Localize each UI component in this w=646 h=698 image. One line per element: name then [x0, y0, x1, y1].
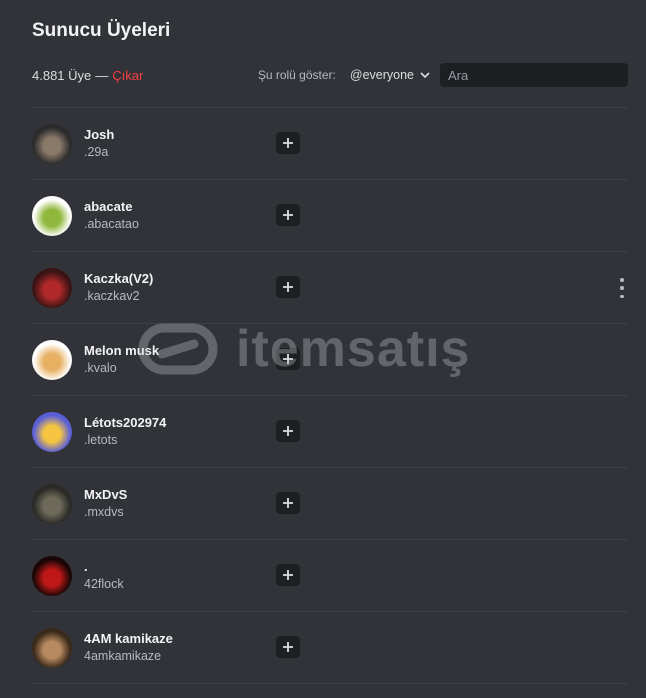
avatar[interactable]	[32, 195, 72, 236]
avatar[interactable]	[32, 339, 72, 380]
member-display-name[interactable]: MxDvS	[84, 486, 264, 503]
plus-icon	[283, 570, 293, 580]
member-display-name[interactable]: 4AM kamikaze	[84, 630, 264, 647]
add-role-button[interactable]	[276, 204, 300, 226]
member-display-name[interactable]: Kaczka(V2)	[84, 270, 264, 287]
member-display-name[interactable]: .	[84, 558, 264, 575]
member-display-name[interactable]: Melon musk	[84, 342, 264, 359]
add-role-button[interactable]	[276, 564, 300, 586]
member-names: Kaczka(V2) .kaczkav2	[84, 270, 264, 305]
member-list: Josh .29a abacate .abacatao Kaczka(V2) .kaczk…	[32, 108, 628, 684]
search-input[interactable]	[446, 66, 626, 84]
member-names: Melon musk .kvalo	[84, 342, 264, 377]
plus-icon	[283, 642, 293, 652]
member-username: .abacatao	[84, 217, 139, 231]
kick-link[interactable]: Çıkar	[112, 68, 143, 83]
plus-icon	[283, 210, 293, 220]
plus-icon	[283, 354, 293, 364]
add-role-button[interactable]	[276, 636, 300, 658]
member-row[interactable]: Kaczka(V2) .kaczkav2	[32, 252, 628, 324]
member-display-name[interactable]: Josh	[84, 126, 264, 143]
role-filter-label: Şu rolü göster:	[257, 68, 336, 82]
member-count: 4.881 Üye	[32, 67, 92, 83]
member-row[interactable]: Létots202974 .letots	[32, 396, 628, 468]
member-names: Létots202974 .letots	[84, 414, 264, 449]
member-display-name[interactable]: abacate	[84, 198, 264, 215]
plus-icon	[283, 138, 293, 148]
member-count-text: 4.881 Üye — Çıkar	[32, 68, 143, 83]
page-title: Sunucu Üyeleri	[32, 20, 171, 41]
member-username: .kvalo	[84, 361, 117, 375]
avatar[interactable]	[32, 627, 72, 668]
avatar[interactable]	[32, 555, 72, 596]
search-box[interactable]	[440, 63, 628, 87]
avatar[interactable]	[32, 123, 72, 164]
avatar[interactable]	[32, 411, 72, 452]
member-row[interactable]: 4AM kamikaze 4amkamikaze	[32, 612, 628, 684]
role-filter-dropdown[interactable]: @everyone	[350, 68, 430, 82]
member-row[interactable]: . 42flock	[32, 540, 628, 612]
avatar[interactable]	[32, 267, 72, 308]
member-names: 4AM kamikaze 4amkamikaze	[84, 630, 264, 665]
member-names: Josh .29a	[84, 126, 264, 161]
member-names: abacate .abacatao	[84, 198, 264, 233]
plus-icon	[283, 426, 293, 436]
member-row[interactable]: MxDvS .mxdvs	[32, 468, 628, 540]
add-role-button[interactable]	[276, 132, 300, 154]
member-row[interactable]: Melon musk .kvalo	[32, 324, 628, 396]
avatar[interactable]	[32, 483, 72, 524]
member-row[interactable]: abacate .abacatao	[32, 180, 628, 252]
add-role-button[interactable]	[276, 420, 300, 442]
member-username: .kaczkav2	[84, 289, 140, 303]
role-filter-value: @everyone	[349, 68, 414, 82]
member-display-name[interactable]: Létots202974	[84, 414, 264, 431]
member-row[interactable]: Josh .29a	[32, 108, 628, 180]
more-vertical-icon[interactable]	[618, 278, 626, 298]
plus-icon	[283, 282, 293, 292]
member-username: .29a	[84, 145, 109, 159]
members-toolbar: 4.881 Üye — Çıkar Şu rolü göster: @everyon…	[32, 62, 628, 88]
count-separator: —	[95, 67, 109, 83]
add-role-button[interactable]	[276, 348, 300, 370]
member-username: 4amkamikaze	[84, 649, 162, 663]
chevron-down-icon	[420, 72, 430, 79]
member-username: .letots	[84, 433, 118, 447]
member-names: MxDvS .mxdvs	[84, 486, 264, 521]
member-names: . 42flock	[84, 558, 264, 593]
add-role-button[interactable]	[276, 492, 300, 514]
member-username: 42flock	[84, 577, 124, 591]
plus-icon	[283, 498, 293, 508]
add-role-button[interactable]	[276, 276, 300, 298]
member-username: .mxdvs	[84, 505, 124, 519]
